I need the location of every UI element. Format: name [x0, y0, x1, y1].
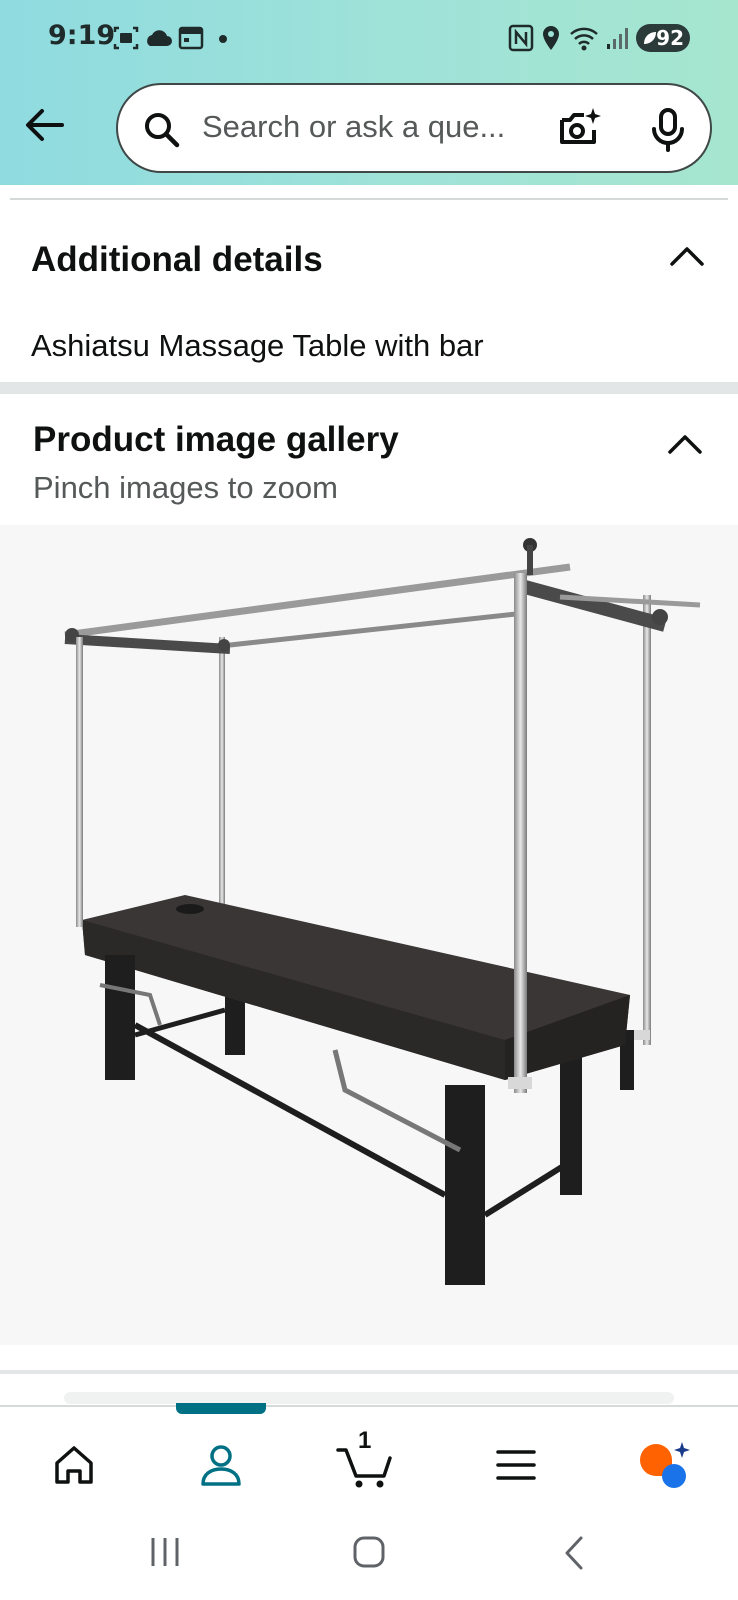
camera-icon[interactable] — [556, 106, 602, 152]
header-area: 9:19 92 Search or ask a que... — [0, 0, 738, 185]
wifi-icon — [570, 27, 598, 51]
nfc-icon — [508, 24, 534, 52]
additional-details-title: Additional details — [31, 240, 323, 279]
system-navigation — [0, 1515, 738, 1600]
product-image[interactable] — [0, 525, 738, 1345]
nav-account[interactable] — [191, 1435, 251, 1495]
nav-menu[interactable] — [486, 1435, 546, 1495]
cart-count: 1 — [358, 1427, 372, 1454]
status-bar: 9:19 92 — [0, 0, 738, 75]
status-time: 9:19 — [48, 20, 116, 51]
next-section-preview — [64, 1392, 674, 1404]
section-divider — [0, 382, 738, 394]
mic-icon[interactable] — [648, 107, 688, 153]
screenshot-icon — [113, 26, 139, 50]
menu-icon — [496, 1450, 536, 1480]
recent-apps-icon[interactable] — [148, 1535, 182, 1569]
chevron-up-icon[interactable] — [666, 432, 704, 456]
battery-level: 92 — [656, 26, 684, 50]
back-arrow-icon[interactable] — [22, 102, 68, 148]
home-button-icon[interactable] — [352, 1535, 386, 1569]
nav-home[interactable] — [44, 1435, 104, 1495]
account-icon — [201, 1445, 241, 1486]
massage-table-image — [64, 538, 701, 1285]
location-icon — [543, 26, 559, 50]
system-back-icon[interactable] — [562, 1535, 586, 1571]
divider — [10, 198, 728, 200]
bottom-navigation: 1 — [0, 1405, 738, 1515]
divider — [0, 1370, 738, 1374]
search-placeholder: Search or ask a que... — [202, 109, 506, 144]
search-icon — [145, 113, 180, 148]
dot-icon — [219, 35, 227, 43]
additional-details-text: Ashiatsu Massage Table with bar — [31, 328, 484, 363]
nav-cart[interactable]: 1 — [336, 1427, 396, 1495]
battery-saver-icon — [644, 32, 656, 44]
signal-icon — [607, 28, 628, 49]
nav-rufus[interactable] — [634, 1435, 694, 1495]
home-icon — [55, 1446, 93, 1484]
battery-indicator: 92 — [636, 24, 690, 52]
gallery-title: Product image gallery — [33, 420, 399, 459]
rufus-icon — [640, 1442, 690, 1488]
cloud-icon — [147, 30, 172, 46]
calendar-icon — [178, 26, 204, 50]
search-input[interactable]: Search or ask a que... — [116, 83, 712, 173]
chevron-up-icon[interactable] — [668, 244, 706, 268]
nav-active-indicator — [176, 1403, 266, 1414]
gallery-subtitle: Pinch images to zoom — [33, 470, 338, 505]
